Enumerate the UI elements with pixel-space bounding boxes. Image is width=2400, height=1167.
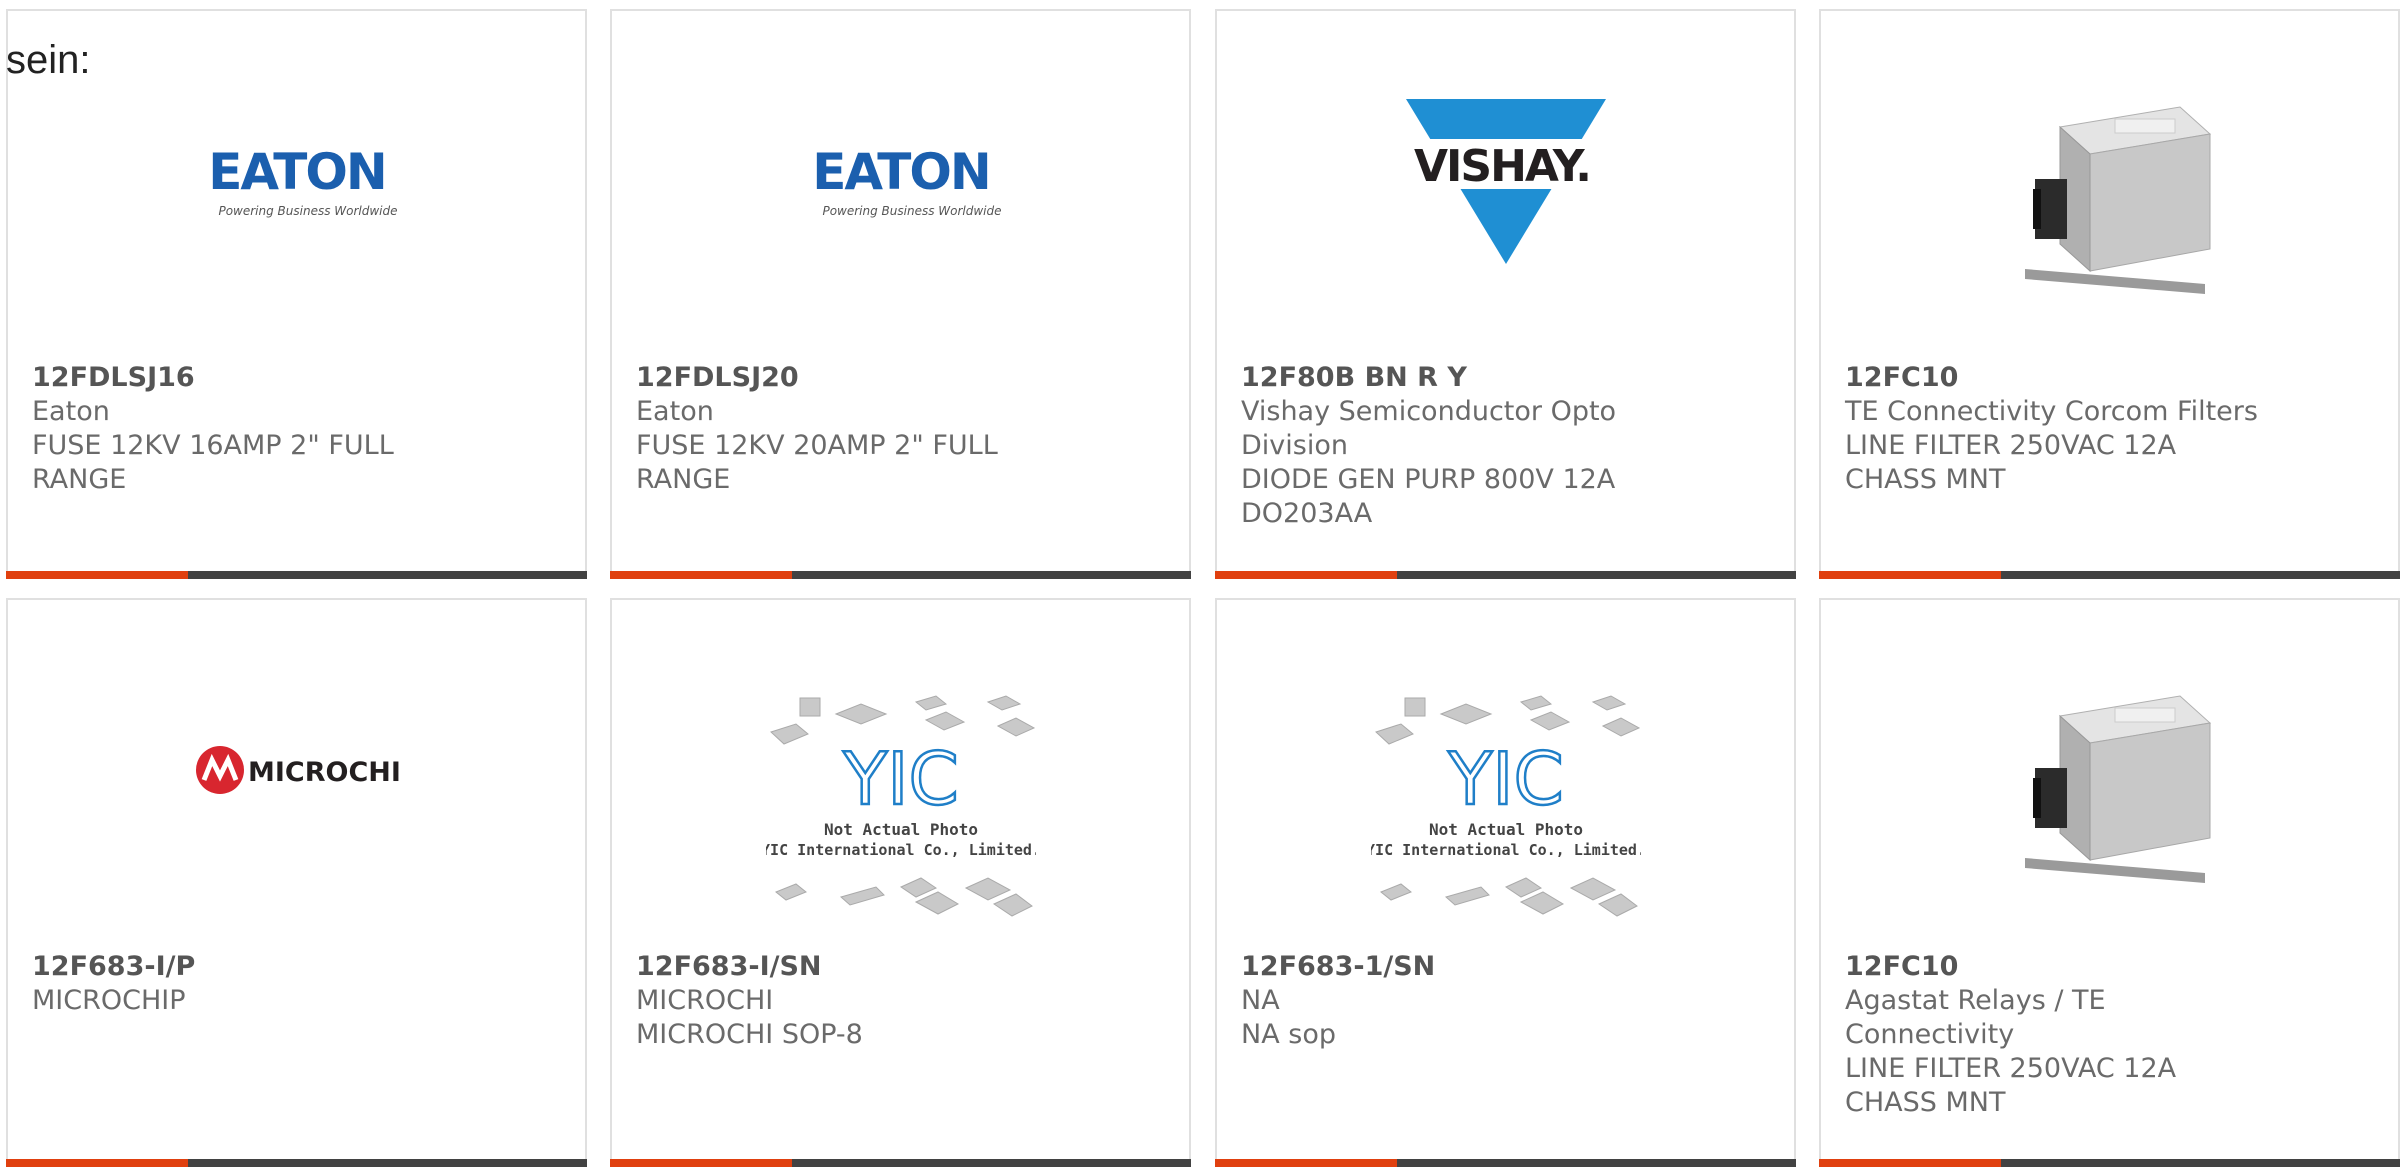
product-card[interactable]: MICROCHIP 12F683-I/P MICROCHIP: [6, 598, 587, 1167]
part-number[interactable]: 12FDLSJ16: [32, 361, 452, 395]
intro-text: sein:: [6, 38, 91, 82]
description: DIODE GEN PURP 800V 12A DO203AA: [1241, 464, 1616, 529]
product-info: 12F683-I/P MICROCHIP: [32, 950, 452, 1018]
manufacturer: Vishay Semiconductor Opto Division: [1241, 396, 1617, 461]
svg-text:VISHAY.: VISHAY.: [1413, 141, 1589, 192]
product-card[interactable]: 12FC10 TE Connectivity Corcom Filters LI…: [1819, 9, 2400, 579]
svg-text:Not Actual Photo: Not Actual Photo: [823, 820, 977, 839]
line-filter-photo: [2005, 688, 2215, 888]
part-number[interactable]: 12F80B BN R Y: [1241, 361, 1661, 395]
svg-text:YIC International Co., Limited: YIC International Co., Limited.: [766, 841, 1036, 859]
svg-text:Powering Business Worldwide: Powering Business Worldwide: [822, 204, 1001, 218]
description: FUSE 12KV 20AMP 2" FULL RANGE: [636, 430, 998, 495]
manufacturer: Eaton: [636, 396, 714, 427]
eaton-logo: EATON Powering Business Worldwide: [192, 143, 402, 218]
svg-text:EATON: EATON: [208, 143, 385, 201]
product-card[interactable]: 12FC10 Agastat Relays / TE Connectivity …: [1819, 598, 2400, 1167]
product-grid: sein: EATON Powering Business Worldwide …: [0, 0, 2400, 1167]
not-actual-photo-placeholder: YIC Not Actual Photo YIC International C…: [1366, 692, 1645, 932]
card-bottom-bar: [1215, 571, 1796, 579]
vishay-logo: VISHAY.: [1405, 99, 1606, 269]
description: MICROCHI SOP-8: [636, 1019, 863, 1050]
svg-text:MICROCHIP: MICROCHIP: [248, 757, 402, 788]
part-number[interactable]: 12FDLSJ20: [636, 361, 1056, 395]
description: LINE FILTER 250VAC 12A CHASS MNT: [1845, 430, 2177, 495]
card-bottom-bar: [1215, 1159, 1796, 1167]
svg-text:YIC: YIC: [842, 737, 959, 821]
line-filter-photo: [2005, 99, 2215, 299]
part-number[interactable]: 12F683-1/SN: [1241, 950, 1661, 984]
card-bottom-bar: [610, 1159, 1191, 1167]
part-number[interactable]: 12F683-I/SN: [636, 950, 1056, 984]
manufacturer: Eaton: [32, 396, 110, 427]
manufacturer: MICROCHIP: [32, 985, 186, 1016]
microchip-logo: MICROCHIP: [192, 740, 420, 800]
card-bottom-bar: [610, 571, 1191, 579]
manufacturer: Agastat Relays / TE Connectivity: [1845, 985, 2106, 1050]
product-card[interactable]: EATON Powering Business Worldwide 12FDLS…: [6, 9, 587, 579]
svg-text:Not Actual Photo: Not Actual Photo: [1428, 820, 1582, 839]
eaton-logo: EATON Powering Business Worldwide: [796, 143, 1006, 218]
svg-text:Powering Business Worldwide: Powering Business Worldwide: [218, 204, 397, 218]
manufacturer: TE Connectivity Corcom Filters: [1845, 396, 2258, 427]
product-card[interactable]: YIC Not Actual Photo YIC International C…: [610, 598, 1191, 1167]
part-number[interactable]: 12F683-I/P: [32, 950, 452, 984]
product-info: 12FC10 Agastat Relays / TE Connectivity …: [1845, 950, 2265, 1120]
svg-text:YIC: YIC: [1447, 737, 1564, 821]
product-info: 12FDLSJ20 Eaton FUSE 12KV 20AMP 2" FULL …: [636, 361, 1056, 497]
product-info: 12F683-I/SN MICROCHI MICROCHI SOP-8: [636, 950, 1056, 1052]
card-bottom-bar: [1819, 1159, 2400, 1167]
product-info: 12F683-1/SN NA NA sop: [1241, 950, 1661, 1052]
description: FUSE 12KV 16AMP 2" FULL RANGE: [32, 430, 394, 495]
product-card[interactable]: YIC Not Actual Photo YIC International C…: [1215, 598, 1796, 1167]
manufacturer: NA: [1241, 985, 1280, 1016]
not-actual-photo-placeholder: YIC Not Actual Photo YIC International C…: [761, 692, 1040, 932]
svg-text:YIC International Co., Limited: YIC International Co., Limited.: [1371, 841, 1641, 859]
product-card[interactable]: VISHAY. 12F80B BN R Y Vishay Semiconduct…: [1215, 9, 1796, 579]
product-card[interactable]: EATON Powering Business Worldwide 12FDLS…: [610, 9, 1191, 579]
card-bottom-bar: [6, 571, 587, 579]
product-info: 12F80B BN R Y Vishay Semiconductor Opto …: [1241, 361, 1661, 531]
card-bottom-bar: [1819, 571, 2400, 579]
manufacturer: MICROCHI: [636, 985, 774, 1016]
part-number[interactable]: 12FC10: [1845, 361, 2265, 395]
product-info: 12FC10 TE Connectivity Corcom Filters LI…: [1845, 361, 2265, 497]
svg-text:EATON: EATON: [812, 143, 989, 201]
description: LINE FILTER 250VAC 12A CHASS MNT: [1845, 1053, 2177, 1118]
card-bottom-bar: [6, 1159, 587, 1167]
description: NA sop: [1241, 1019, 1336, 1050]
part-number[interactable]: 12FC10: [1845, 950, 2265, 984]
product-info: 12FDLSJ16 Eaton FUSE 12KV 16AMP 2" FULL …: [32, 361, 452, 497]
